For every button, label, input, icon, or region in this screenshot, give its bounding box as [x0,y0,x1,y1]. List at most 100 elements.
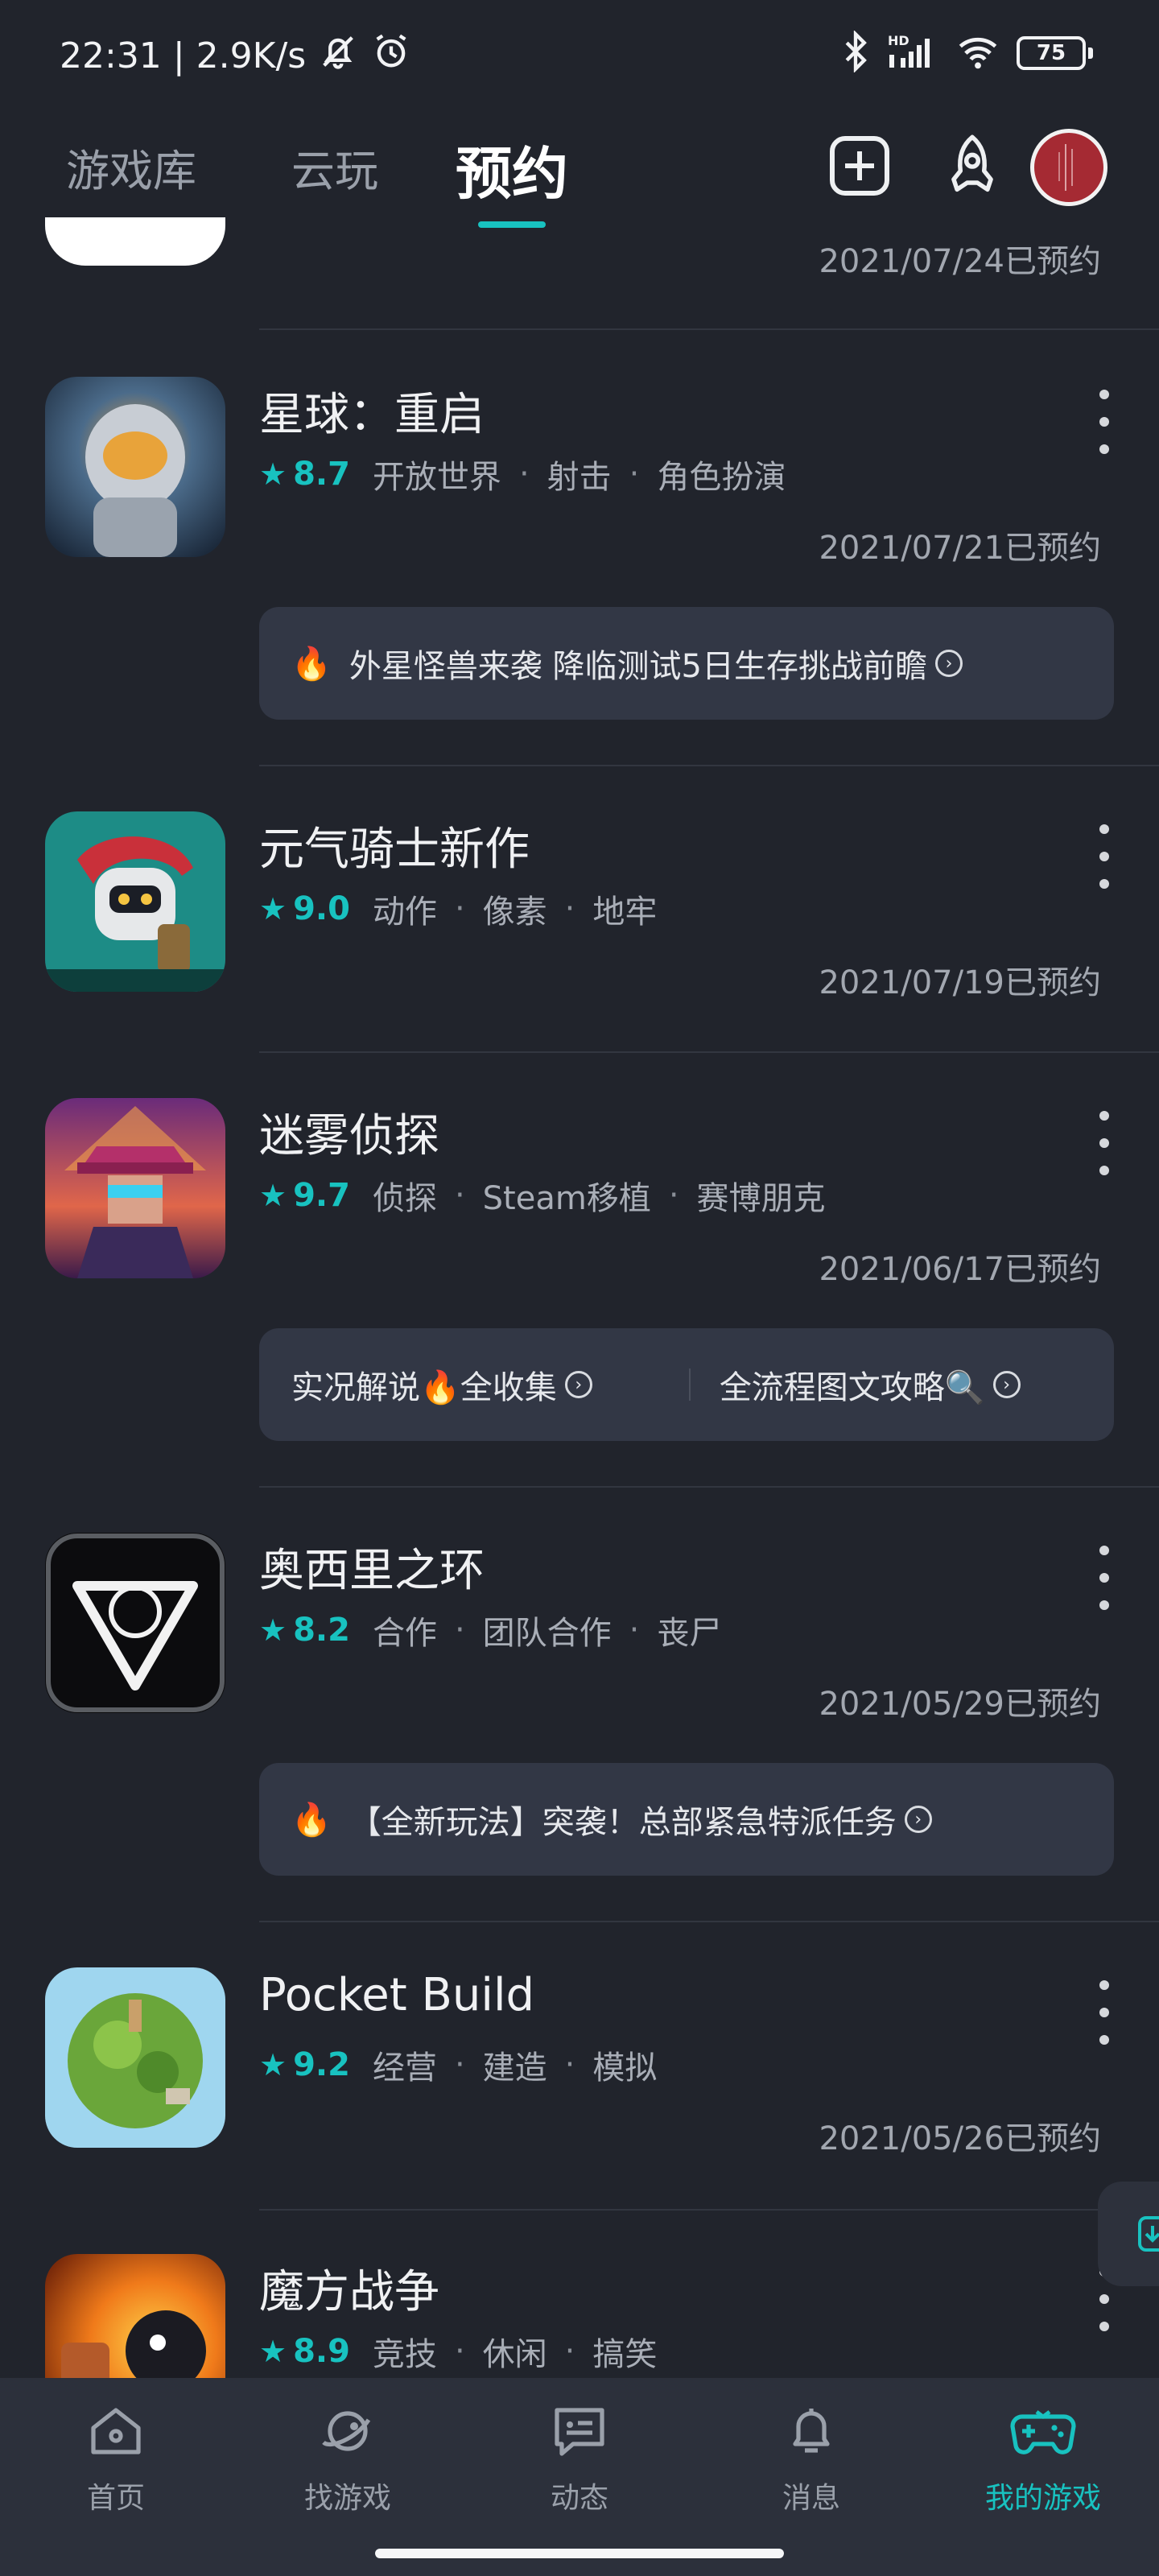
chevron-right-icon: › [904,1806,932,1833]
divider [259,1921,1159,1922]
game-tag: 动作 [372,894,437,931]
news-link[interactable]: 全流程图文攻略🔍 › [720,1361,1021,1408]
gamepad-icon [1010,2410,1076,2454]
game-title: 奥西里之环 [259,1545,485,1597]
game-score: 9.2 [293,2046,350,2083]
game-score: 8.9 [293,2333,350,2370]
game-icon[interactable] [45,1533,225,1713]
battery-level: 75 [1017,36,1086,70]
star-icon: ★ [259,2334,287,2369]
game-tag: 经营 [372,2050,437,2087]
game-meta: ★ 8.7 开放世界 · 射击 · 角色扮演 [259,451,786,497]
news-text: 全流程图文攻略🔍 [719,1369,985,1406]
news-row: 实况解说🔥全收集 › 全流程图文攻略🔍 › [259,1328,1114,1441]
tab-cloud-play[interactable]: 云玩 [291,135,378,199]
home-indicator[interactable] [375,2549,784,2558]
game-icon[interactable] [45,377,225,557]
top-nav: 游戏库 云玩 预约 [0,113,1159,233]
wifi-icon [955,31,1000,76]
news-link[interactable]: 🔥 【全新玩法】突袭！总部紧急特派任务 › [259,1763,1114,1876]
nav-messages[interactable]: 消息 [731,2401,892,2516]
divider [688,1368,691,1401]
chevron-right-icon: › [992,1371,1021,1398]
planet-icon [322,2411,371,2451]
bottom-nav: 首页 找游戏 动态 消息 我的游戏 [0,2378,1159,2576]
game-icon[interactable] [45,1967,225,2148]
star-icon: ★ [259,2047,287,2083]
game-tag: 丧尸 [657,1615,722,1652]
game-tag: 侦探 [372,1180,437,1217]
svg-text:HD: HD [888,33,909,48]
more-options-icon[interactable] [1095,1546,1114,1610]
game-score: 9.7 [293,1177,350,1214]
divider [259,2209,1159,2211]
game-icon[interactable] [45,811,225,992]
news-text: 实况解说🔥全收集 [291,1369,557,1406]
nav-label: 找游戏 [303,2482,391,2515]
game-icon[interactable] [45,1098,225,1278]
partial-game-icon[interactable] [45,217,225,266]
floating-download-button[interactable] [1098,2182,1159,2286]
game-tag: 休闲 [482,2336,547,2373]
divider [259,1486,1159,1488]
game-title: 星球：重启 [259,389,485,441]
news-text: 【全新玩法】突袭！总部紧急特派任务 [349,1804,897,1841]
fire-icon: 🔥 [291,645,332,683]
game-score: 8.2 [293,1612,350,1649]
divider [259,328,1159,330]
game-tag: 赛博朋克 [696,1180,826,1217]
nav-find-games[interactable]: 找游戏 [267,2401,428,2516]
more-options-icon[interactable] [1095,1111,1114,1175]
battery-icon: 75 [1017,36,1093,70]
add-icon[interactable] [826,132,893,200]
nav-label: 首页 [86,2482,145,2515]
news-link[interactable]: 实况解说🔥全收集 › [291,1361,592,1408]
game-score: 8.7 [293,456,350,493]
nav-my-games[interactable]: 我的游戏 [963,2401,1124,2516]
divider [259,765,1159,766]
nav-feed[interactable]: 动态 [499,2401,660,2516]
net-speed: 2.9K/s [196,35,307,76]
more-options-icon[interactable] [1095,1980,1114,2045]
download-icon [1138,2216,1159,2252]
game-meta: ★ 9.2 经营 · 建造 · 模拟 [259,2041,657,2088]
avatar[interactable] [1030,129,1107,206]
nav-label: 消息 [782,2482,840,2515]
chat-icon [555,2408,604,2456]
game-tag: 射击 [547,459,612,496]
tab-game-library[interactable]: 游戏库 [66,135,196,199]
game-title: 迷雾侦探 [259,1110,439,1162]
more-options-icon[interactable] [1095,824,1114,889]
game-meta: ★ 8.2 合作 · 团队合作 · 丧尸 [259,1607,721,1653]
game-tag: 模拟 [592,2050,658,2087]
game-tag: 合作 [372,1615,437,1652]
game-tag: 像素 [482,894,547,931]
rocket-icon[interactable] [938,132,1006,200]
more-options-icon[interactable] [1095,390,1114,454]
game-score: 9.0 [293,890,350,927]
star-icon: ★ [259,891,287,927]
nav-home[interactable]: 首页 [35,2401,196,2516]
hd-signal-icon: HD [888,31,939,76]
game-title: 魔方战争 [259,2266,439,2318]
divider [259,1051,1159,1053]
nav-label: 我的游戏 [984,2482,1101,2515]
game-tag: 建造 [482,2050,547,2087]
chevron-right-icon: › [934,650,963,677]
star-icon: ★ [259,1612,287,1648]
mute-icon [317,31,359,81]
game-tag: 搞笑 [592,2336,658,2373]
home-icon [91,2408,141,2454]
tab-reservations[interactable]: 预约 [456,129,568,210]
reserve-date: 2021/06/17已预约 [819,1251,1101,1288]
game-meta: ★ 9.7 侦探 · Steam移植 · 赛博朋克 [259,1172,826,1219]
reserve-date: 2021/05/29已预约 [819,1686,1101,1723]
active-tab-indicator [478,221,546,228]
chevron-right-icon: › [564,1371,592,1398]
news-text: 外星怪兽来袭 降临测试5日生存挑战前瞻 [349,648,927,685]
game-meta: ★ 9.0 动作 · 像素 · 地牢 [259,886,657,932]
star-icon: ★ [259,1178,287,1213]
reserve-date: 2021/07/19已预约 [819,964,1101,1001]
news-link[interactable]: 🔥 外星怪兽来袭 降临测试5日生存挑战前瞻 › [259,607,1114,720]
separator: | [172,35,185,76]
